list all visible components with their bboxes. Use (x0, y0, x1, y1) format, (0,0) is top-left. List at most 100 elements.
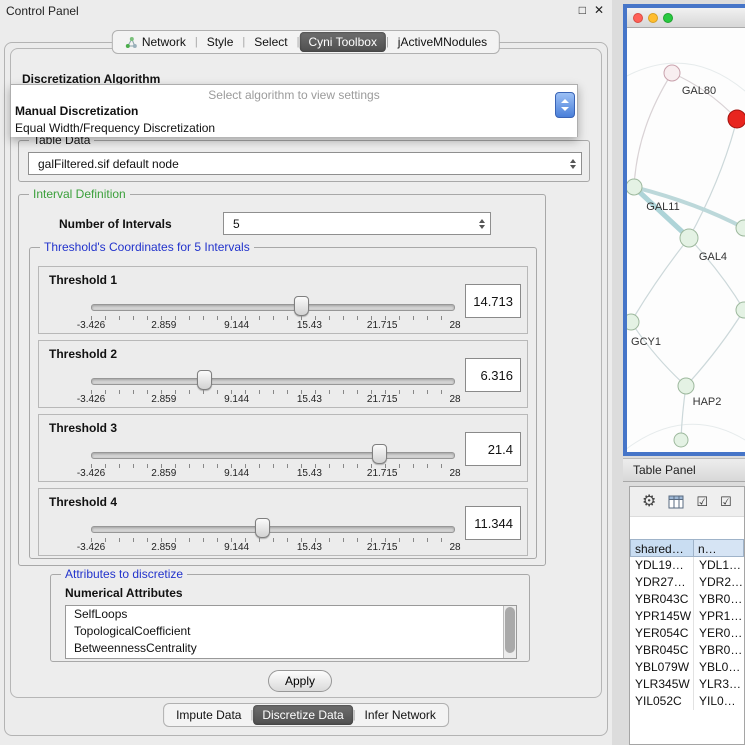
tick-label: 9.144 (224, 468, 249, 479)
tick-label: 28 (449, 320, 460, 331)
table-column-header[interactable]: shared… (630, 539, 694, 557)
zoom-traffic-light-icon[interactable] (663, 13, 673, 23)
combo-arrows-button[interactable] (555, 92, 575, 118)
table-row[interactable]: YBL079WYBL0… (630, 659, 744, 676)
table-cell: YBR0… (694, 591, 744, 608)
table-panel-header: Table Panel (623, 458, 745, 482)
tab-label: Cyni Toolbox (308, 32, 376, 52)
slider-track[interactable] (91, 452, 455, 459)
network-node[interactable] (627, 314, 639, 330)
tick-label: 21.715 (367, 394, 398, 405)
algorithm-option[interactable]: Equal Width/Frequency Discretization (11, 120, 577, 137)
table-header-row: shared…n… (630, 539, 744, 557)
attributes-legend: Attributes to discretize (61, 567, 187, 581)
select-none-checkbox-icon[interactable]: ☑ (720, 495, 732, 508)
select-all-checkbox-icon[interactable]: ☑ (696, 495, 708, 508)
table-row[interactable]: YDL19…YDL1… (630, 557, 744, 574)
table-panel: ⚙ ☑ ☑ shared…n… YDL19…YDL1…YDR27…YDR2…YB… (629, 486, 745, 745)
table-panel-title: Table Panel (633, 463, 696, 477)
tab-select[interactable]: Select (245, 32, 296, 52)
network-node[interactable] (678, 378, 694, 394)
table-row[interactable]: YIL052CYIL0… (630, 693, 744, 710)
network-canvas[interactable]: GAL80GAL11GAL4GCY1HAP2 (627, 28, 745, 452)
threshold-panel-3: Threshold 3-3.4262.8599.14415.4321.71528… (38, 414, 528, 482)
tick-label: 2.859 (151, 320, 176, 331)
threshold-value-field[interactable]: 14.713 (465, 284, 521, 318)
table-row[interactable]: YER054CYER0… (630, 625, 744, 642)
network-node[interactable] (664, 65, 680, 81)
slider-thumb[interactable] (294, 296, 309, 316)
attributes-group: Attributes to discretize Numerical Attri… (50, 574, 530, 662)
table-row[interactable]: YPR145WYPR1… (630, 608, 744, 625)
algorithm-option[interactable]: Manual Discretization (11, 103, 577, 120)
tab-network[interactable]: Network (116, 32, 195, 52)
threshold-label: Threshold 4 (49, 495, 117, 509)
list-scrollbar[interactable] (503, 606, 516, 658)
table-row[interactable]: YLR345WYLR3… (630, 676, 744, 693)
table-data-group: Table Data galFiltered.sif default node (18, 140, 590, 182)
table-cell: YPR1… (694, 608, 744, 625)
table-cell: YBL0… (694, 659, 744, 676)
threshold-value-field[interactable]: 11.344 (465, 506, 521, 540)
network-edge[interactable] (634, 73, 672, 187)
slider-track[interactable] (91, 526, 455, 533)
network-node[interactable] (736, 302, 745, 318)
tab-jactivemnodules[interactable]: jActiveMNodules (389, 32, 496, 52)
gear-icon[interactable]: ⚙ (642, 494, 656, 510)
tick-label: 15.43 (297, 320, 322, 331)
minimize-traffic-light-icon[interactable] (648, 13, 658, 23)
tab-style[interactable]: Style (198, 32, 243, 52)
network-edge[interactable] (689, 238, 744, 310)
close-traffic-light-icon[interactable] (633, 13, 643, 23)
network-edge[interactable] (631, 322, 686, 386)
threshold-value-field[interactable]: 21.4 (465, 432, 521, 466)
numerical-attributes-label: Numerical Attributes (65, 586, 183, 600)
close-icon[interactable]: ✕ (594, 3, 604, 17)
thresholds-group: Threshold's Coordinates for 5 Intervals … (29, 247, 537, 559)
top-tab-bar: Network|Style|Select|Cyni Toolbox|jActiv… (112, 30, 500, 54)
threshold-panel-4: Threshold 4-3.4262.8599.14415.4321.71528… (38, 488, 528, 556)
slider-thumb[interactable] (255, 518, 270, 538)
slider-track[interactable] (91, 304, 455, 311)
table-cell: YBR0… (694, 642, 744, 659)
apply-button[interactable]: Apply (268, 670, 332, 692)
tab-discretize-data[interactable]: Discretize Data (253, 705, 352, 725)
arrow-down-icon (561, 107, 569, 111)
slider-ticks (91, 316, 455, 320)
table-row[interactable]: YBR043CYBR0… (630, 591, 744, 608)
slider-track[interactable] (91, 378, 455, 385)
scrollbar-thumb[interactable] (505, 607, 515, 653)
network-node[interactable] (627, 179, 642, 195)
slider-thumb[interactable] (197, 370, 212, 390)
network-node[interactable] (674, 433, 688, 447)
tab-label: Impute Data (176, 705, 241, 725)
tab-cyni-toolbox[interactable]: Cyni Toolbox (299, 32, 385, 52)
number-of-intervals-spinner[interactable]: 5 (223, 212, 491, 235)
threshold-value-field[interactable]: 6.316 (465, 358, 521, 392)
attribute-list-item[interactable]: TopologicalCoefficient (66, 623, 516, 640)
network-view-window[interactable]: GAL80GAL11GAL4GCY1HAP2 (623, 4, 745, 456)
table-column-header[interactable]: n… (694, 539, 744, 557)
table-data-combo[interactable]: galFiltered.sif default node (28, 152, 582, 175)
threshold-label: Threshold 1 (49, 273, 117, 287)
tab-impute-data[interactable]: Impute Data (167, 705, 250, 725)
numerical-attributes-list[interactable]: SelfLoopsTopologicalCoefficientBetweenne… (65, 605, 517, 659)
attribute-list-item[interactable]: SelfLoops (66, 606, 516, 623)
attribute-list-item[interactable]: BetweennessCentrality (66, 640, 516, 657)
network-edge[interactable] (631, 238, 689, 322)
tick-label: 21.715 (367, 320, 398, 331)
table-cell: YBL079W (630, 659, 694, 676)
table-row[interactable]: YDR27…YDR2… (630, 574, 744, 591)
float-window-icon[interactable]: □ (579, 3, 586, 17)
slider-thumb[interactable] (372, 444, 387, 464)
tab-label: Discretize Data (262, 705, 343, 725)
table-cell: YDR2… (694, 574, 744, 591)
network-node[interactable] (728, 110, 745, 128)
table-cell: YDL1… (694, 557, 744, 574)
network-node[interactable] (680, 229, 698, 247)
threshold-label: Threshold 2 (49, 347, 117, 361)
columns-icon[interactable] (668, 495, 684, 509)
table-row[interactable]: YBR045CYBR0… (630, 642, 744, 659)
tab-infer-network[interactable]: Infer Network (356, 705, 445, 725)
network-edge[interactable] (686, 310, 744, 386)
